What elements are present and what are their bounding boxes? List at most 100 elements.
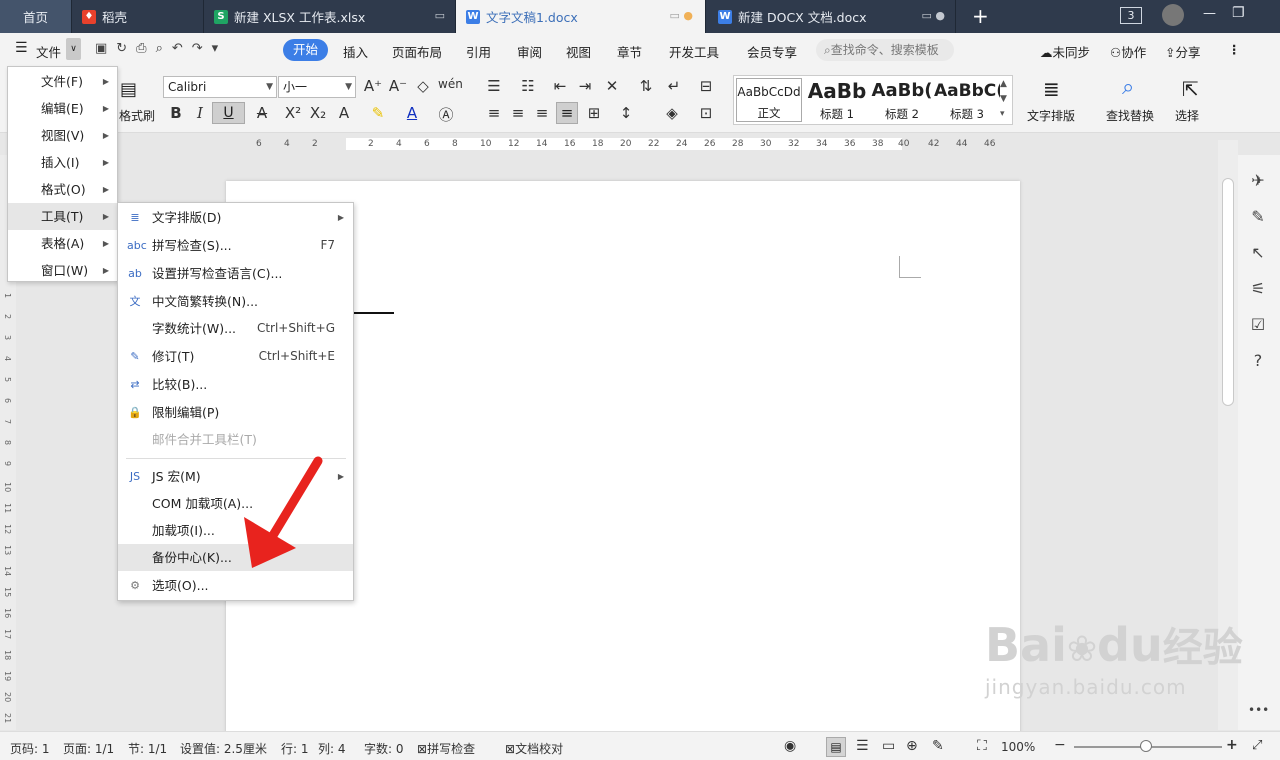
spell-check-button[interactable]: ⊠拼写检查 — [417, 740, 475, 757]
status-page[interactable]: 页码: 1 — [10, 740, 50, 757]
char-border-icon[interactable]: Ⓐ — [436, 104, 456, 125]
superscript-icon[interactable]: X² — [283, 104, 303, 122]
table-border-icon[interactable]: ⊟ — [696, 77, 716, 95]
proofread-button[interactable]: ⊠文档校对 — [505, 740, 563, 757]
screen-icon[interactable]: ▭ ● — [922, 9, 946, 22]
tab-xlsx[interactable]: S 新建 XLSX 工作表.xlsx ▭ — [204, 0, 456, 33]
file-dropdown-arrow[interactable]: ∨ — [66, 38, 81, 60]
read-view-icon[interactable]: ▭ — [882, 738, 895, 754]
style-scroll-icon[interactable]: ▲ ▼ ▾ — [1000, 77, 1007, 122]
tab-start[interactable]: 开始 — [283, 39, 328, 61]
tools-menu-item[interactable]: ab 设置拼写检查语言(C)... — [118, 260, 353, 287]
justify-icon[interactable]: ≡ — [556, 102, 578, 124]
tab-home[interactable]: 首页 — [0, 0, 72, 33]
pen-icon[interactable]: ✎ — [1248, 207, 1268, 226]
search-input[interactable]: ⌕查找命令、搜索模板 — [816, 39, 954, 61]
fullscreen-icon[interactable]: ⤢ — [1252, 738, 1262, 753]
outdent-icon[interactable]: ⇤ — [550, 77, 570, 95]
show-marks-icon[interactable]: ↵ — [664, 77, 684, 95]
line-spacing-icon[interactable]: ↕ — [616, 104, 636, 122]
format-brush-label[interactable]: 格式刷 — [119, 107, 155, 124]
file-menu-item[interactable]: 插入(I) ▶ — [8, 149, 117, 176]
file-menu-button[interactable]: 文件 — [36, 42, 61, 61]
tools-menu-item[interactable]: 字数统计(W)... Ctrl+Shift+G — [118, 315, 353, 342]
status-setting[interactable]: 设置值: 2.5厘米 — [180, 740, 267, 757]
status-col[interactable]: 列: 4 — [318, 740, 346, 757]
tools-menu-item[interactable]: abc 拼写检查(S)... F7 — [118, 232, 353, 259]
tab-member[interactable]: 会员专享 — [747, 42, 797, 61]
distribute-icon[interactable]: ⊞ — [584, 104, 604, 122]
horizontal-ruler[interactable]: 6 4 2 2 4 6 8 10 12 14 16 18 20 22 24 26 28 30 32 34 36 38 40 4… — [0, 133, 1280, 155]
screen-icon[interactable]: ▭ — [435, 9, 445, 22]
border-icon[interactable]: ⊡ — [696, 104, 716, 122]
font-size-select[interactable]: 小一 ▼ — [278, 76, 356, 98]
align-left-icon[interactable]: ≡ — [484, 104, 504, 122]
more-icon[interactable]: ••• — [1248, 703, 1269, 717]
text-layout-button[interactable]: 文字排版 — [1027, 107, 1075, 124]
file-menu-item[interactable]: 视图(V) ▶ — [8, 122, 117, 149]
tab-docx-active[interactable]: W 文字文稿1.docx ▭ ● — [456, 0, 706, 33]
file-menu-item[interactable]: 编辑(E) ▶ — [8, 95, 117, 122]
font-select[interactable]: Calibri ▼ — [163, 76, 277, 98]
clipboard-icon[interactable]: ☑ — [1248, 315, 1268, 334]
tools-menu-item[interactable]: ⚙ 选项(O)... — [118, 572, 353, 599]
tab-developer[interactable]: 开发工具 — [669, 42, 719, 61]
collab-button[interactable]: ⚇协作 — [1110, 42, 1146, 61]
scrollbar-thumb[interactable] — [1222, 178, 1234, 406]
sort-icon[interactable]: ⇅ — [636, 77, 656, 95]
find-replace-button[interactable]: 查找替换 — [1106, 107, 1154, 124]
tab-reference[interactable]: 引用 — [466, 42, 491, 61]
sliders-icon[interactable]: ⚟ — [1248, 279, 1268, 298]
highlight-icon[interactable]: ✎ — [368, 104, 388, 122]
bullet-list-icon[interactable]: ☰ — [484, 77, 504, 95]
outline-view-icon[interactable]: ☰ — [856, 738, 869, 754]
align-center-icon[interactable]: ≡ — [508, 104, 528, 122]
shading-icon[interactable]: ◈ — [662, 104, 682, 122]
rocket-icon[interactable]: ✈ — [1248, 171, 1268, 190]
italic-icon[interactable]: I — [190, 104, 210, 122]
eye-icon[interactable]: ◉ — [784, 738, 796, 754]
text-effect-icon[interactable]: A — [334, 104, 354, 122]
zoom-out-button[interactable]: − — [1054, 737, 1066, 753]
text-layout-icon[interactable]: ≣ — [1043, 77, 1060, 101]
tools-menu-item[interactable]: ⇄ 比较(B)... — [118, 371, 353, 398]
zoom-slider-thumb[interactable] — [1140, 740, 1152, 752]
find-icon[interactable]: ⌕ — [1122, 75, 1134, 100]
window-count-badge[interactable]: 3 — [1120, 7, 1142, 24]
status-row[interactable]: 行: 1 — [281, 740, 309, 757]
zoom-level[interactable]: 100% — [1001, 740, 1035, 754]
underline-icon[interactable]: U — [212, 102, 245, 124]
file-menu-item[interactable]: 表格(A) ▶ — [8, 230, 117, 257]
select-button[interactable]: 选择 — [1175, 107, 1199, 124]
style-heading1[interactable]: AaBb 标题 1 — [804, 78, 870, 122]
format-brush-icon[interactable]: ▤ — [120, 79, 137, 100]
tab-chapter[interactable]: 章节 — [617, 42, 642, 61]
sync-button[interactable]: ☁未同步 — [1040, 42, 1090, 61]
indent-icon[interactable]: ⇥ — [575, 77, 595, 95]
new-tab-button[interactable]: + — [972, 4, 989, 28]
tab-insert[interactable]: 插入 — [343, 42, 368, 61]
tools-menu-item[interactable]: 文中文简繁转换(N)... — [118, 288, 353, 315]
tab-docer[interactable]: ♦ 稻壳 — [72, 0, 204, 33]
hamburger-icon[interactable]: ☰ — [15, 40, 28, 56]
write-mode-icon[interactable]: ✎ — [932, 738, 944, 754]
tab-layout[interactable]: 页面布局 — [392, 42, 442, 61]
share-button[interactable]: ⇪分享 — [1165, 42, 1201, 61]
align-right-icon[interactable]: ≡ — [532, 104, 552, 122]
chinese-layout-icon[interactable]: ✕ — [602, 77, 622, 95]
file-menu-item[interactable]: 格式(O) ▶ — [8, 176, 117, 203]
restore-button[interactable]: ❐ — [1232, 5, 1245, 21]
status-pages[interactable]: 页面: 1/1 — [63, 740, 114, 757]
file-menu-item[interactable]: 工具(T) ▶ — [8, 203, 117, 230]
subscript-icon[interactable]: X₂ — [308, 104, 328, 122]
tab-docx[interactable]: W 新建 DOCX 文档.docx ▭ ● — [708, 0, 956, 33]
tab-review[interactable]: 审阅 — [517, 42, 542, 61]
tools-menu-item[interactable]: ≣ 文字排版(D) ▶ — [118, 204, 353, 231]
style-heading3[interactable]: AaBbC( 标题 3 — [934, 78, 1000, 122]
bold-icon[interactable]: B — [166, 104, 186, 122]
clear-format-icon[interactable]: ◇ — [413, 77, 433, 95]
zoom-in-button[interactable]: + — [1226, 737, 1238, 753]
avatar[interactable] — [1162, 4, 1184, 26]
number-list-icon[interactable]: ☷ — [518, 77, 538, 95]
fit-icon[interactable]: ⛶ — [977, 738, 987, 754]
